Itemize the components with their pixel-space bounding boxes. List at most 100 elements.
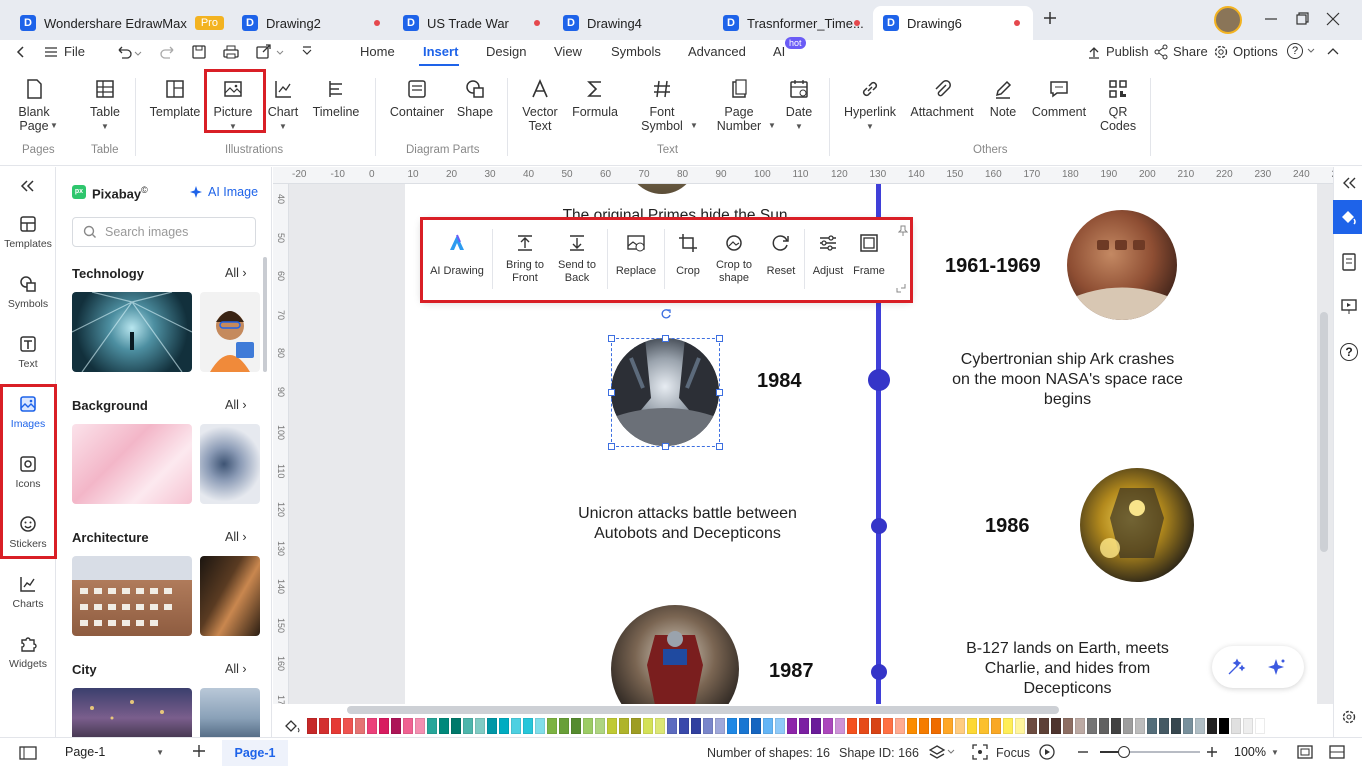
zoom-slider-thumb[interactable]	[1118, 746, 1130, 758]
color-swatch[interactable]	[1087, 718, 1097, 734]
focus-button[interactable]: Focus	[996, 746, 1030, 760]
color-swatch[interactable]	[619, 718, 629, 734]
hamburger-menu-icon[interactable]	[44, 45, 58, 59]
color-swatch[interactable]	[499, 718, 509, 734]
tab-drawing4[interactable]: D Drawing4	[553, 6, 713, 40]
color-swatch[interactable]	[487, 718, 497, 734]
year-label-1987[interactable]: 1987	[769, 660, 814, 683]
blank-page-button[interactable]: Blank Page	[14, 78, 54, 133]
page-number-button[interactable]: Page Number	[712, 78, 766, 133]
undo-icon[interactable]	[116, 44, 142, 60]
date-button[interactable]: Date	[782, 78, 816, 119]
menu-ai[interactable]: AI	[773, 44, 785, 59]
tab-transformer-timeline[interactable]: D Trasnformer_Time...	[713, 6, 873, 40]
font-symbol-button[interactable]: Font Symbol	[636, 78, 688, 133]
color-swatch[interactable]	[523, 718, 533, 734]
qr-codes-button[interactable]: QR Codes	[1100, 78, 1136, 133]
ai-image-button[interactable]: AI Image	[189, 185, 258, 199]
color-swatch[interactable]	[1231, 718, 1241, 734]
color-swatch[interactable]	[967, 718, 977, 734]
style-panel-tab[interactable]	[1333, 200, 1362, 234]
event-text-1984[interactable]: Cybertronian ship Ark crashes on the moo…	[935, 350, 1200, 410]
color-swatch[interactable]	[943, 718, 953, 734]
color-swatch[interactable]	[1255, 718, 1265, 734]
color-swatch[interactable]	[463, 718, 473, 734]
resize-handle[interactable]	[662, 335, 669, 342]
color-swatch[interactable]	[583, 718, 593, 734]
help-icon[interactable]: ?	[1287, 43, 1303, 59]
page-select-dropdown[interactable]: Page-1 ▼	[56, 741, 168, 763]
collapse-panel-icon[interactable]	[19, 179, 35, 193]
color-swatch[interactable]	[847, 718, 857, 734]
color-swatch[interactable]	[775, 718, 785, 734]
color-swatch[interactable]	[1003, 718, 1013, 734]
all-technology-link[interactable]: All ›	[225, 266, 247, 280]
layers-icon[interactable]	[929, 744, 955, 760]
publish-button[interactable]: Publish	[1106, 44, 1149, 59]
attachment-button[interactable]: Attachment	[908, 78, 976, 119]
maximize-icon[interactable]	[1295, 12, 1309, 26]
color-swatch[interactable]	[1171, 718, 1181, 734]
menu-view[interactable]: View	[554, 44, 582, 59]
horizontal-scrollbar[interactable]	[347, 706, 1059, 714]
timeline-node[interactable]	[868, 369, 890, 391]
template-button[interactable]: Template	[148, 78, 202, 119]
color-swatch[interactable]	[535, 718, 545, 734]
timeline-image-1961[interactable]	[1067, 210, 1177, 320]
tab-drawing2[interactable]: D Drawing2	[232, 6, 392, 40]
presentation-icon[interactable]	[1341, 298, 1357, 316]
color-swatch[interactable]	[835, 718, 845, 734]
expand-right-panel-icon[interactable]	[1342, 177, 1356, 189]
architecture-thumbnail-2[interactable]	[200, 556, 260, 636]
sidebar-item-templates[interactable]: Templates	[0, 215, 56, 250]
color-swatch[interactable]	[751, 718, 761, 734]
timeline-image-1986[interactable]	[1080, 468, 1194, 582]
note-button[interactable]: Note	[986, 78, 1020, 119]
color-swatch[interactable]	[403, 718, 413, 734]
color-swatch[interactable]	[991, 718, 1001, 734]
container-button[interactable]: Container	[388, 78, 446, 119]
background-thumbnail[interactable]	[72, 424, 192, 504]
timeline-button[interactable]: Timeline	[310, 78, 362, 119]
sidebar-item-charts[interactable]: Charts	[0, 575, 56, 610]
color-swatch[interactable]	[895, 718, 905, 734]
color-swatch[interactable]	[823, 718, 833, 734]
color-swatch[interactable]	[1051, 718, 1061, 734]
color-swatch[interactable]	[1099, 718, 1109, 734]
resize-handle[interactable]	[716, 335, 723, 342]
color-swatch[interactable]	[1159, 718, 1169, 734]
color-swatch[interactable]	[811, 718, 821, 734]
color-swatch[interactable]	[1027, 718, 1037, 734]
color-swatch[interactable]	[859, 718, 869, 734]
color-swatch[interactable]	[355, 718, 365, 734]
background-thumbnail-2[interactable]	[200, 424, 260, 504]
timeline-image-1987[interactable]	[611, 605, 739, 704]
color-swatch[interactable]	[679, 718, 689, 734]
architecture-thumbnail[interactable]	[72, 556, 192, 636]
color-swatch[interactable]	[439, 718, 449, 734]
focus-icon[interactable]	[972, 744, 988, 760]
all-architecture-link[interactable]: All ›	[225, 530, 247, 544]
color-swatch[interactable]	[979, 718, 989, 734]
tab-drawing6[interactable]: D Drawing6	[873, 6, 1033, 40]
color-swatch[interactable]	[1063, 718, 1073, 734]
sidebar-item-symbols[interactable]: Symbols	[0, 275, 56, 310]
resize-handle[interactable]	[608, 443, 615, 450]
color-swatch[interactable]	[1147, 718, 1157, 734]
color-swatch[interactable]	[1135, 718, 1145, 734]
year-label-1986[interactable]: 1986	[985, 515, 1030, 538]
resize-handle[interactable]	[716, 389, 723, 396]
color-swatch[interactable]	[871, 718, 881, 734]
menu-insert[interactable]: Insert	[423, 44, 458, 59]
resize-handle[interactable]	[662, 443, 669, 450]
color-swatch[interactable]	[631, 718, 641, 734]
color-swatch[interactable]	[1075, 718, 1085, 734]
color-swatch[interactable]	[1207, 718, 1217, 734]
comment-button[interactable]: Comment	[1030, 78, 1088, 119]
color-swatch[interactable]	[727, 718, 737, 734]
technology-thumbnail-2[interactable]	[200, 292, 260, 372]
color-swatch[interactable]	[319, 718, 329, 734]
color-swatch[interactable]	[931, 718, 941, 734]
color-swatch[interactable]	[907, 718, 917, 734]
sidebar-item-widgets[interactable]: Widgets	[0, 635, 56, 670]
